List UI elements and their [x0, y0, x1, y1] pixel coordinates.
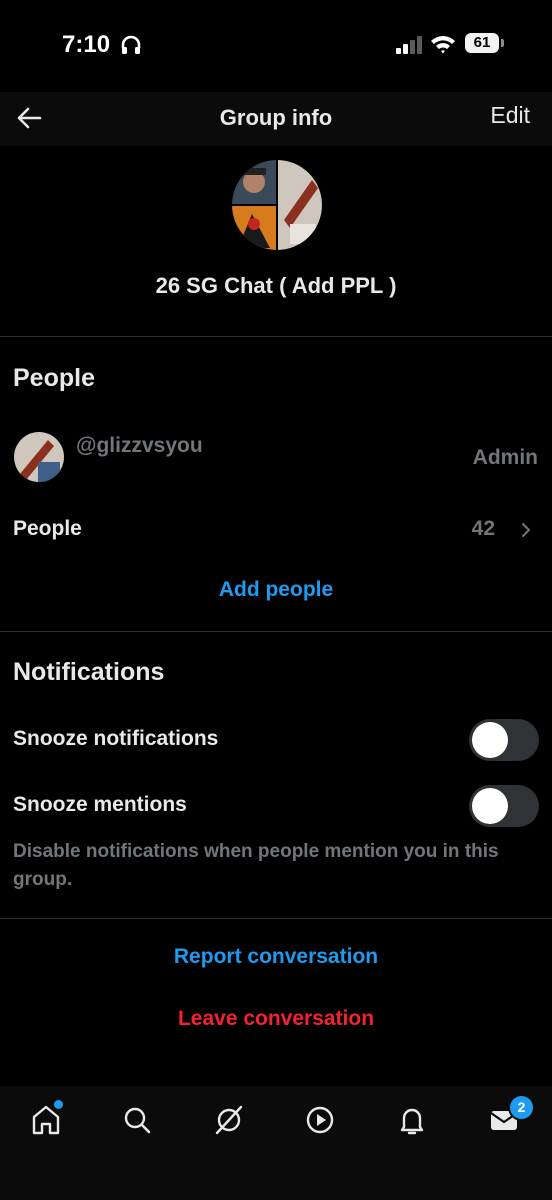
people-section-title: People — [13, 364, 95, 392]
snooze-mentions-label: Snooze mentions — [13, 793, 187, 816]
chevron-right-icon — [522, 523, 530, 537]
divider — [0, 918, 552, 919]
people-count-row[interactable]: People 42 — [0, 504, 552, 554]
add-people-button[interactable]: Add people — [0, 578, 552, 602]
video-icon — [306, 1106, 334, 1134]
status-time: 7:10 — [62, 31, 111, 58]
notifications-tab[interactable] — [392, 1100, 432, 1140]
leave-conversation-button[interactable]: Leave conversation — [0, 1007, 552, 1031]
divider — [0, 336, 552, 337]
home-unread-dot — [54, 1100, 63, 1109]
search-icon — [124, 1107, 151, 1134]
people-count: 42 — [471, 517, 495, 540]
snooze-notifications-toggle[interactable] — [469, 719, 539, 761]
member-role-badge: Admin — [472, 446, 538, 469]
snooze-notifications-label: Snooze notifications — [13, 727, 219, 750]
divider — [0, 631, 552, 632]
snooze-mentions-toggle[interactable] — [469, 785, 539, 827]
grok-tab[interactable] — [209, 1100, 249, 1140]
people-row-label: People — [13, 517, 82, 540]
notifications-section-title: Notifications — [13, 658, 165, 686]
battery-indicator: 61 — [465, 33, 499, 53]
toggle-knob — [472, 788, 508, 824]
report-conversation-button[interactable]: Report conversation — [0, 945, 552, 969]
avatar — [14, 432, 64, 482]
wifi-icon — [431, 36, 455, 54]
edit-button[interactable]: Edit — [490, 102, 530, 129]
member-row[interactable]: @glizzvsyou Admin — [0, 420, 552, 496]
cellular-signal-icon — [396, 36, 422, 54]
video-tab[interactable] — [300, 1100, 340, 1140]
toggle-knob — [472, 722, 508, 758]
messages-tab[interactable]: 2 — [484, 1094, 535, 1140]
page-title: Group info — [219, 105, 333, 130]
snooze-mentions-row: Snooze mentions — [0, 782, 552, 830]
home-tab[interactable] — [26, 1100, 66, 1140]
group-avatar[interactable] — [232, 160, 322, 250]
status-bar: 7:10 61 — [0, 0, 552, 92]
member-handle: @glizzvsyou — [76, 434, 203, 457]
notifications-icon — [400, 1108, 424, 1135]
header-bar: Group info Edit — [0, 92, 552, 146]
search-tab[interactable] — [117, 1100, 157, 1140]
grok-icon — [215, 1105, 243, 1135]
group-name[interactable]: 26 SG Chat ( Add PPL ) — [0, 273, 552, 299]
headphones-icon — [121, 35, 141, 54]
battery-cap — [501, 39, 504, 47]
messages-badge: 2 — [508, 1094, 535, 1121]
snooze-notifications-row: Snooze notifications — [0, 716, 552, 764]
snooze-mentions-hint: Disable notifications when people mentio… — [13, 841, 499, 890]
bottom-tab-bar: 2 — [0, 1086, 552, 1200]
